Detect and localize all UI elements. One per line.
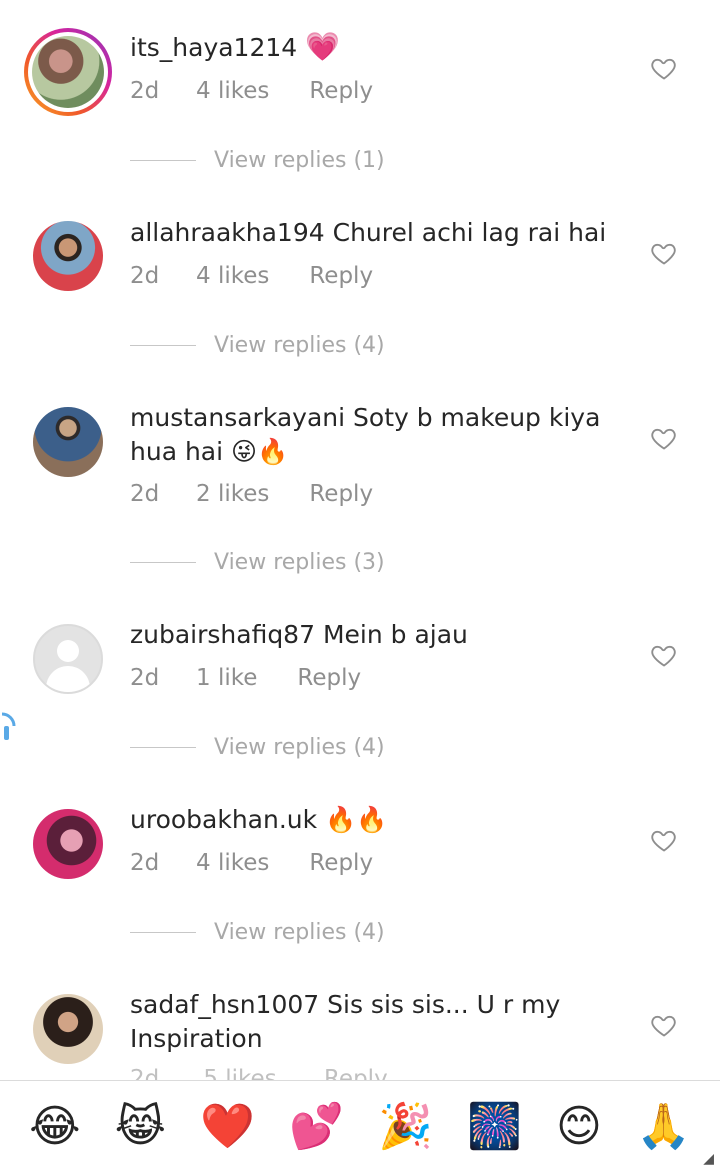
comment-likes[interactable]: 4 likes [196, 263, 269, 289]
reply-button[interactable]: Reply [309, 78, 373, 104]
emoji-cat-tears-icon[interactable]: 😹 [115, 1101, 166, 1152]
comment-time: 2d [130, 665, 160, 691]
comment-username[interactable]: mustansarkayani [130, 403, 345, 432]
view-replies-label[interactable]: View replies (4) [214, 333, 385, 358]
view-replies-label[interactable]: View replies (1) [214, 148, 385, 173]
comment-meta: 2d 5 likes Reply [130, 1066, 388, 1080]
comment-message: 💗 [305, 30, 341, 63]
emoji-smile-icon[interactable]: 😊 [556, 1101, 602, 1152]
avatar[interactable] [33, 407, 103, 477]
emoji-fireworks-icon[interactable]: 🎆 [467, 1100, 522, 1152]
avatar[interactable] [33, 221, 103, 291]
comment-message: 🔥🔥 [325, 805, 388, 834]
comment-username[interactable]: zubairshafiq87 [130, 620, 315, 649]
comment-message: Churel achi lag rai hai [332, 218, 607, 247]
comment-likes[interactable]: 5 likes [203, 1066, 276, 1080]
comment-time: 2d [130, 263, 160, 289]
reply-button[interactable]: Reply [324, 1066, 388, 1080]
comment-time: 2d [130, 1066, 160, 1080]
like-heart-icon[interactable] [650, 826, 678, 854]
reply-button[interactable]: Reply [309, 850, 373, 876]
view-replies[interactable]: View replies (4) [130, 735, 385, 760]
comment-meta: 2d 1 like Reply [130, 665, 361, 691]
like-heart-icon[interactable] [650, 1011, 678, 1039]
comment-likes[interactable]: 4 likes [196, 850, 269, 876]
view-replies[interactable]: View replies (4) [130, 333, 385, 358]
view-replies-label[interactable]: View replies (4) [214, 735, 385, 760]
like-heart-icon[interactable] [650, 239, 678, 267]
story-avatar[interactable] [24, 28, 112, 116]
emoji-two-hearts-icon[interactable]: 💕 [289, 1100, 344, 1152]
comment-text: its_haya1214 💗 [130, 30, 630, 65]
comment-text: uroobakhan.uk 🔥🔥 [130, 803, 630, 837]
view-replies-label[interactable]: View replies (4) [214, 920, 385, 945]
like-heart-icon[interactable] [650, 54, 678, 82]
comment-likes[interactable]: 4 likes [196, 78, 269, 104]
view-replies[interactable]: View replies (4) [130, 920, 385, 945]
default-avatar-icon[interactable] [33, 624, 103, 694]
emoji-reaction-bar: 😂 😹 ❤️ 💕 🎉 🎆 😊 🙏 ◢ [0, 1080, 720, 1171]
comment-username[interactable]: allahraakha194 [130, 218, 325, 247]
comment-meta: 2d 4 likes Reply [130, 78, 373, 104]
emoji-tears-of-joy-icon[interactable]: 😂 [29, 1101, 80, 1152]
accessibility-handle-icon[interactable] [0, 708, 16, 742]
comment-meta: 2d 4 likes Reply [130, 850, 373, 876]
comment-meta: 2d 4 likes Reply [130, 263, 373, 289]
resize-corner-icon: ◢ [703, 1151, 714, 1167]
comment-username[interactable]: sadaf_hsn1007 [130, 990, 319, 1019]
comment-likes[interactable]: 2 likes [196, 481, 269, 507]
avatar[interactable] [33, 809, 103, 879]
comment-time: 2d [130, 850, 160, 876]
comment-text: allahraakha194 Churel achi lag rai hai [130, 216, 630, 250]
view-replies-label[interactable]: View replies (3) [214, 550, 385, 575]
avatar[interactable] [33, 994, 103, 1064]
emoji-party-popper-icon[interactable]: 🎉 [378, 1100, 433, 1152]
comment-username[interactable]: uroobakhan.uk [130, 805, 317, 834]
comment-likes[interactable]: 1 like [196, 665, 257, 691]
reply-button[interactable]: Reply [309, 481, 373, 507]
reply-button[interactable]: Reply [309, 263, 373, 289]
comment-text: sadaf_hsn1007 Sis sis sis... U r my Insp… [130, 988, 630, 1056]
like-heart-icon[interactable] [650, 641, 678, 669]
reply-button[interactable]: Reply [297, 665, 361, 691]
like-heart-icon[interactable] [650, 424, 678, 452]
emoji-folded-hands-icon[interactable]: 🙏 [636, 1100, 691, 1152]
comment-message: Mein b ajau [322, 620, 468, 649]
comment-text: mustansarkayani Soty b makeup kiya hua h… [130, 401, 630, 469]
emoji-red-heart-icon[interactable]: ❤️ [200, 1100, 255, 1152]
comment-text: zubairshafiq87 Mein b ajau [130, 618, 630, 652]
comment-time: 2d [130, 481, 160, 507]
comment-username[interactable]: its_haya1214 [130, 33, 297, 62]
comment-meta: 2d 2 likes Reply [130, 481, 373, 507]
view-replies[interactable]: View replies (3) [130, 550, 385, 575]
view-replies[interactable]: View replies (1) [130, 148, 385, 173]
comment-time: 2d [130, 78, 160, 104]
